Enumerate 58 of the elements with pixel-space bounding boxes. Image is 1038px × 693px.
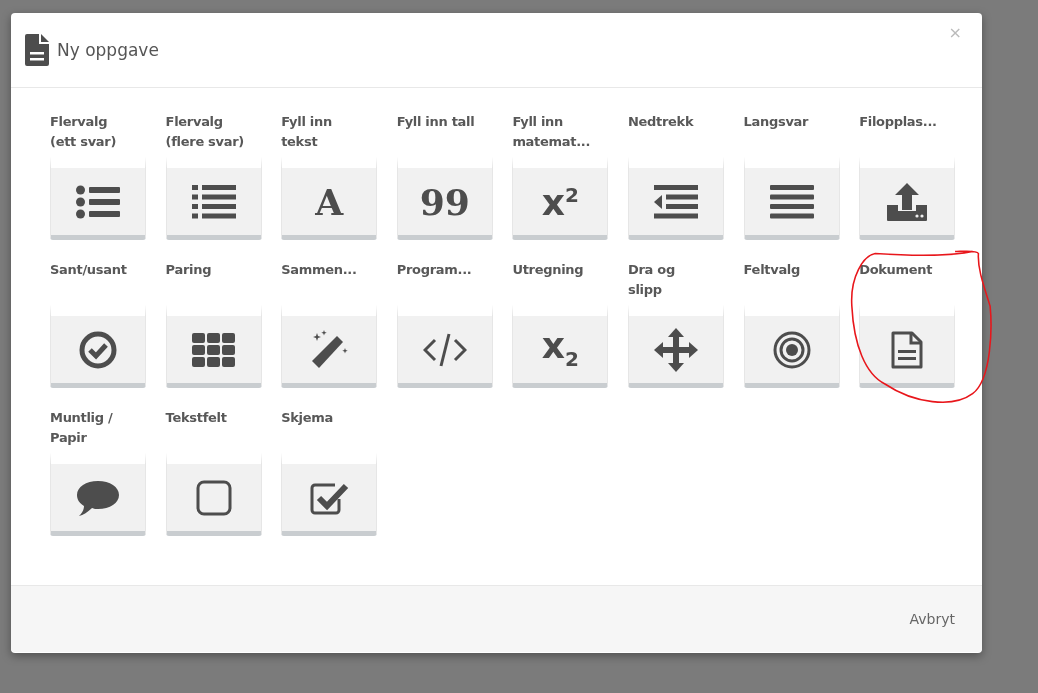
task-type-tile[interactable]: A [281,156,378,240]
task-type-tile[interactable]: x$^{2}$ [512,156,609,240]
task-type-tile[interactable] [50,452,146,536]
move-icon [653,327,698,372]
task-type-label: Nedtrekk [627,113,695,131]
task-type-label: Fyll inn tekst [281,113,333,151]
task-type-label: Feltvalg [743,261,801,279]
task-type-tile[interactable] [165,452,262,536]
speech-bubble-icon [76,478,120,517]
task-type-tile[interactable] [859,156,956,240]
task-type-label: Paring [165,261,213,279]
task-type-label: Flervalg (ett svar) [50,113,118,151]
lines-icon [769,184,814,219]
grid-icon [191,332,236,367]
glyph-icon: A [315,183,344,220]
task-type-tile[interactable] [859,304,956,388]
list-icon [76,184,120,219]
task-type-label: Dra og slipp [627,261,676,299]
code-icon [422,331,467,368]
glyph-icon: 99 [419,183,470,220]
document-icon [891,330,924,369]
task-type-label: Skjema [281,409,334,427]
task-type-label: Sant/usant [50,261,128,279]
task-type-tile[interactable] [627,156,724,240]
check-circle-icon [79,330,117,369]
outdent-icon [653,184,698,219]
checkbox-icon [195,479,232,516]
task-type-label: Langsvar [743,113,810,131]
task-type-label: Fyll inn tall [396,113,476,131]
task-type-tile[interactable] [50,304,146,388]
task-type-tile[interactable]: 99 [396,156,493,240]
cancel-button[interactable]: Avbryt [909,611,955,627]
task-type-tile[interactable] [165,156,262,240]
task-type-tile[interactable] [743,304,840,388]
task-type-tile[interactable] [165,304,262,388]
task-type-label: Program... [396,261,473,279]
list-icon [191,184,236,219]
task-type-tile[interactable] [281,452,378,536]
glyph-icon: x$^{2}$ [541,182,579,221]
dialog-title: Ny oppgave [57,40,159,60]
task-type-tile[interactable] [743,156,840,240]
upload-icon [887,182,928,221]
task-type-label: Dokument [859,261,934,279]
target-icon [772,330,811,369]
task-type-tile[interactable] [627,304,724,388]
task-type-label: Filopplas... [859,113,938,131]
glyph-icon: x$_{2}$ [541,327,579,372]
task-type-label: Utregning [512,261,585,279]
task-type-tile[interactable] [50,156,146,240]
task-type-tile[interactable] [396,304,493,388]
task-type-tile[interactable]: x$_{2}$ [512,304,609,388]
task-type-label: Tekstfelt [165,409,228,427]
task-type-label: Flervalg (flere svar) [165,113,245,151]
task-type-label: Sammen... [281,261,358,279]
task-type-tile[interactable] [281,304,378,388]
task-type-label: Fyll inn matemat... [512,113,592,151]
task-type-label: Muntlig / Papir [50,409,114,447]
document-icon [25,34,49,66]
